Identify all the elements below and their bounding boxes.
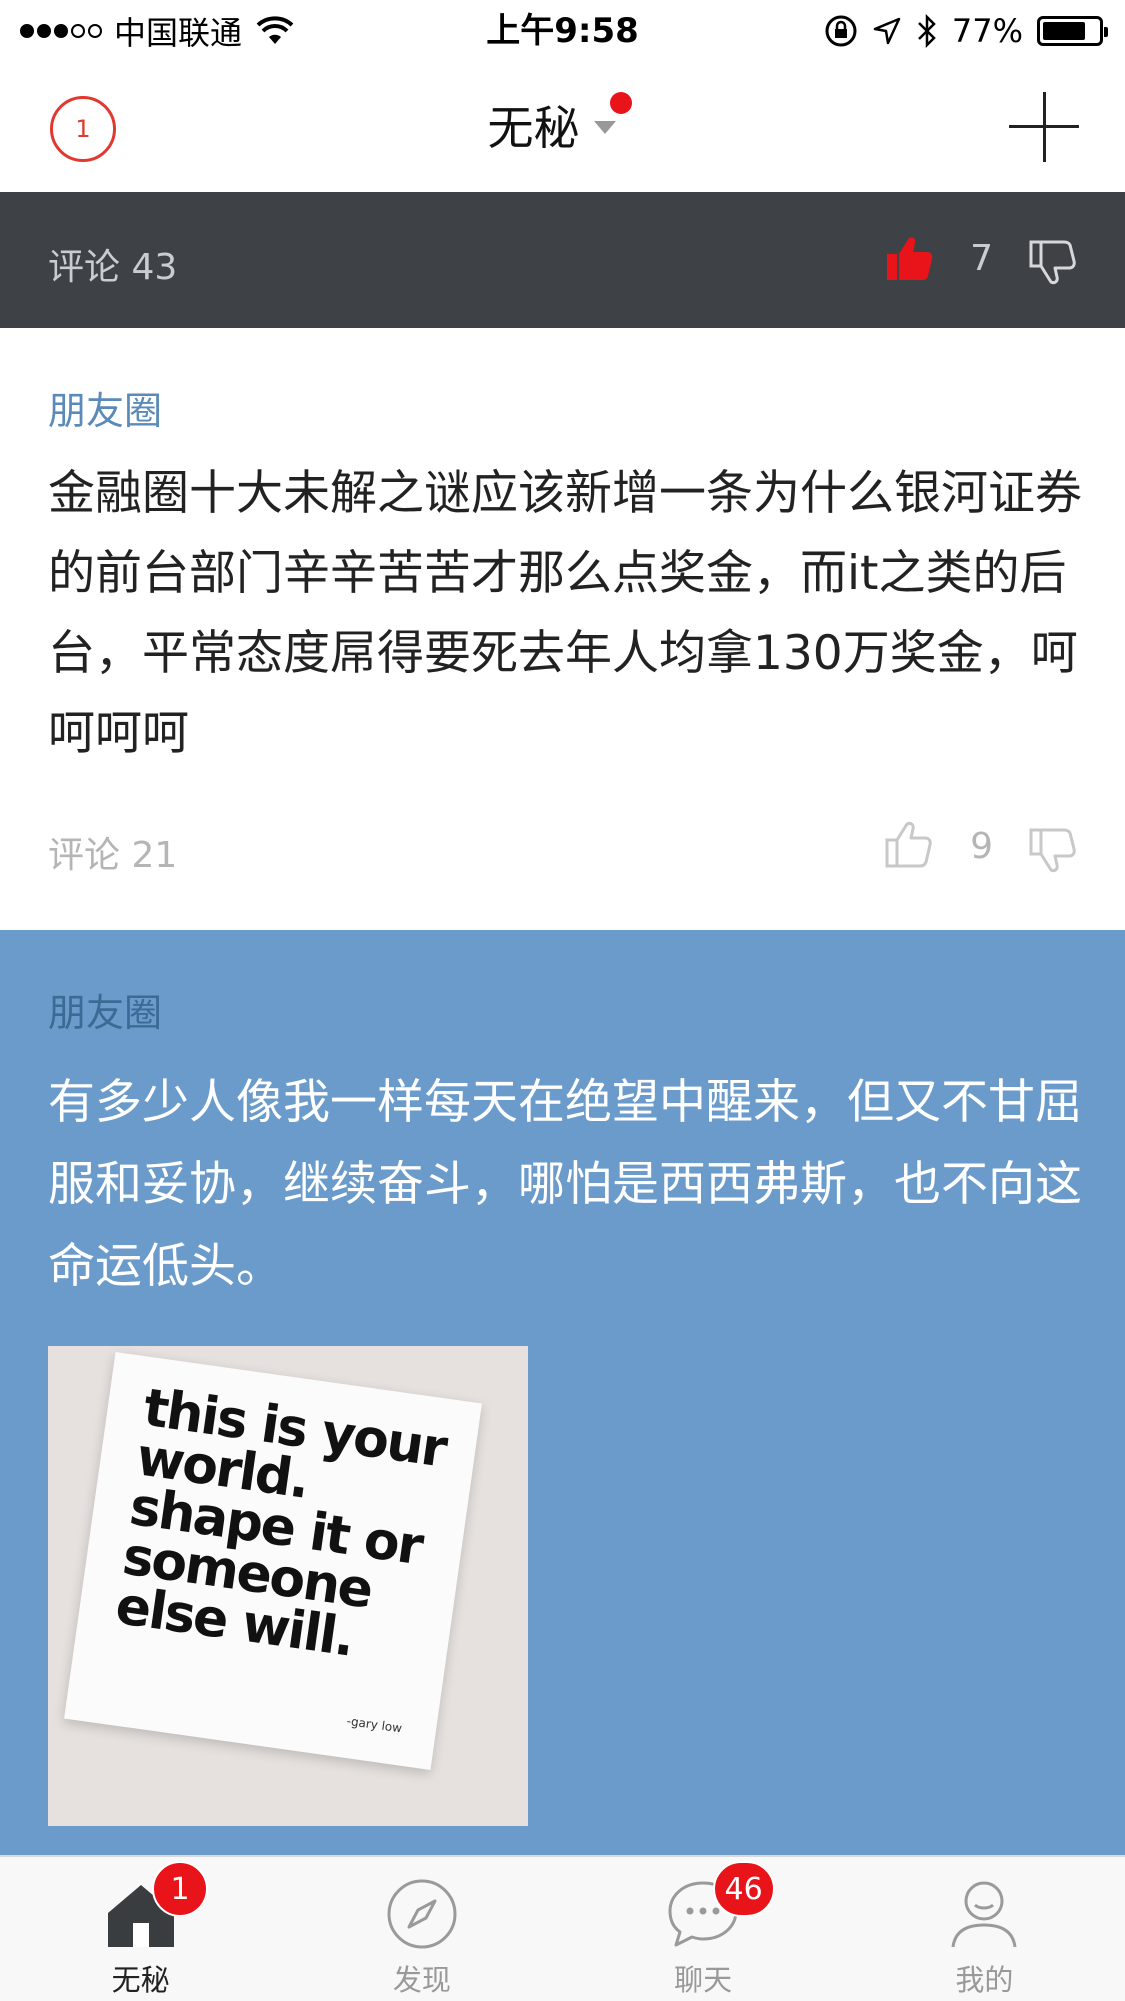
status-left: 中国联通 <box>20 10 294 52</box>
post-image[interactable]: this is your world. shape it or someone … <box>48 1346 528 1826</box>
wifi-icon <box>256 16 294 44</box>
thumbs-down-icon[interactable] <box>1027 824 1079 876</box>
nav-title-dropdown[interactable]: 无秘 <box>0 92 1125 158</box>
post-card[interactable]: 朋友圈 金融圈十大未解之谜应该新增一条为什么银河证券的前台部门辛辛苦苦才那么点奖… <box>0 328 1125 930</box>
dropdown-caret-icon <box>593 120 616 134</box>
nav-title[interactable]: 无秘 <box>488 92 580 158</box>
carrier-name: 中国联通 <box>114 14 243 52</box>
profile-icon <box>951 1881 1017 1948</box>
thumbs-up-icon[interactable] <box>883 818 935 870</box>
battery-level <box>1043 22 1085 40</box>
add-post-button[interactable] <box>1009 92 1079 162</box>
comment-count-button[interactable]: 评论 43 <box>48 238 177 290</box>
tab-label: 聊天 <box>674 1963 733 1997</box>
quote-card-signature: -gary low <box>345 1713 403 1736</box>
compass-icon <box>387 1879 457 1949</box>
post-card[interactable]: 朋友圈 有多少人像我一样每天在绝望中醒来，但又不甘屈服和妥协，继续奋斗，哪怕是西… <box>0 930 1125 1855</box>
battery-percent: 77% <box>951 12 1023 50</box>
bluetooth-icon <box>917 14 936 48</box>
quote-card-text: this is your world. shape it or someone … <box>112 1377 450 1669</box>
tab-label: 发现 <box>392 1963 451 1997</box>
tab-label: 无秘 <box>111 1963 170 1997</box>
tab-label: 我的 <box>955 1963 1014 1997</box>
tab-bar: 1 无秘 发现 46 聊天 我的 <box>0 1855 1125 2001</box>
battery-icon <box>1037 16 1108 46</box>
status-bar: 中国联通 上午9:58 77% <box>0 0 1125 62</box>
post-source: 朋友圈 <box>48 991 163 1035</box>
tab-home[interactable]: 1 无秘 <box>0 1857 281 2001</box>
like-count: 9 <box>970 826 993 867</box>
location-icon <box>873 17 901 45</box>
nav-bar: 1 无秘 <box>0 62 1125 192</box>
new-indicator-dot <box>609 92 632 114</box>
status-right: 77% <box>824 10 1108 52</box>
post-source: 朋友圈 <box>48 389 163 433</box>
tab-profile[interactable]: 我的 <box>844 1857 1125 2001</box>
comment-count-button[interactable]: 评论 21 <box>48 826 177 878</box>
signal-strength-icon <box>20 24 102 38</box>
previous-post-footer: 评论 43 7 <box>0 192 1125 328</box>
tab-discover[interactable]: 发现 <box>281 1857 562 2001</box>
post-text: 有多少人像我一样每天在绝望中醒来，但又不甘屈服和妥协，继续奋斗，哪怕是西西弗斯，… <box>48 1075 1082 1294</box>
thumbs-down-icon[interactable] <box>1027 236 1079 288</box>
quote-card: this is your world. shape it or someone … <box>64 1352 482 1770</box>
tab-badge: 1 <box>152 1861 208 1917</box>
like-count: 7 <box>970 238 993 279</box>
thumbs-up-icon[interactable] <box>883 232 935 284</box>
tab-badge: 46 <box>712 1861 775 1917</box>
post-text: 金融圈十大未解之谜应该新增一条为什么银河证券的前台部门辛辛苦苦才那么点奖金，而i… <box>48 466 1082 761</box>
orientation-lock-icon <box>825 15 857 47</box>
tab-chat[interactable]: 46 聊天 <box>563 1857 844 2001</box>
